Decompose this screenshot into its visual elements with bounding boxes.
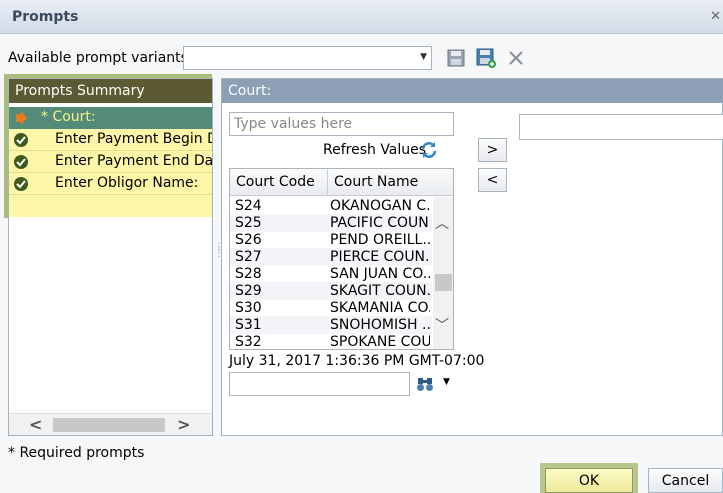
ok-button[interactable]: OK — [545, 468, 633, 493]
court-header: Court: — [222, 79, 723, 103]
court-prompt-panel: Court: Refresh Values > < Court Code Cou… — [221, 78, 723, 436]
type-values-input[interactable] — [229, 112, 454, 136]
summary-list: * Court: Enter Payment Begin Date Enter … — [9, 107, 213, 217]
summary-item-court[interactable]: * Court: — [9, 107, 212, 129]
scroll-right-icon[interactable]: > — [177, 415, 190, 434]
prompts-summary-panel: Prompts Summary * Court: Enter Payment B… — [8, 78, 213, 436]
summary-item-label: Enter Payment End Date: — [55, 153, 213, 169]
scroll-thumb[interactable] — [435, 274, 452, 291]
summary-item-label: Enter Payment Begin Date — [55, 131, 212, 147]
search-input[interactable] — [229, 372, 410, 396]
panel-splitter-handle[interactable]: ⋮⋮ — [214, 243, 224, 275]
scroll-left-icon[interactable]: < — [29, 415, 42, 434]
chevron-up-icon[interactable]: ︿ — [435, 213, 449, 233]
selected-values-box[interactable] — [519, 114, 723, 140]
table-vertical-scrollbar[interactable]: ︿ ﹀ — [433, 197, 453, 349]
table-row[interactable]: S30SKAMANIA CO... — [230, 299, 432, 317]
variants-select[interactable]: ▼ — [183, 46, 432, 70]
close-icon[interactable]: ✕ — [710, 9, 721, 24]
check-circle-icon — [13, 154, 29, 170]
court-values-table: Court Code Court Name S24 OKANOGAN C... S… — [229, 168, 454, 350]
table-row[interactable]: S31 SNOHOMISH ... — [230, 316, 432, 334]
column-header-court-name[interactable]: Court Name — [328, 169, 453, 196]
summary-horizontal-scrollbar[interactable]: < > — [9, 413, 212, 435]
table-row[interactable]: S28 SAN JUAN CO... — [230, 265, 432, 283]
save-icon[interactable] — [446, 48, 466, 68]
cancel-button[interactable]: Cancel — [648, 468, 723, 493]
chevron-down-icon[interactable]: ﹀ — [435, 315, 449, 335]
refresh-icon[interactable] — [419, 140, 439, 160]
check-circle-icon — [13, 132, 29, 148]
dialog-title: Prompts — [12, 9, 79, 25]
dropdown-arrow-icon: ▼ — [420, 52, 427, 62]
scroll-thumb[interactable] — [53, 418, 165, 432]
move-left-button[interactable]: < — [478, 168, 507, 192]
summary-item-label: Enter Obligor Name: — [55, 175, 199, 191]
summary-item-begin-date[interactable]: Enter Payment Begin Date — [9, 129, 212, 151]
save-as-icon[interactable] — [476, 48, 496, 68]
summary-item-end-date[interactable]: Enter Payment End Date: — [9, 151, 213, 173]
dialog-titlebar: Prompts ✕ — [0, 0, 723, 34]
variants-label: Available prompt variants — [8, 50, 188, 66]
table-row[interactable]: S24 OKANOGAN C... — [230, 197, 432, 215]
check-circle-icon — [13, 176, 29, 192]
column-header-court-code[interactable]: Court Code — [230, 169, 328, 196]
table-row[interactable]: S29 SKAGIT COUN... — [230, 282, 432, 300]
table-row[interactable]: S26 PEND OREILL... — [230, 231, 432, 249]
table-row[interactable]: S27 PIERCE COUN... — [230, 248, 432, 266]
binoculars-search-icon[interactable] — [416, 375, 434, 393]
table-row[interactable]: S25PACIFIC COUN... — [230, 214, 432, 232]
summary-item-label: * Court: — [41, 109, 96, 125]
required-prompts-note: * Required prompts — [8, 445, 145, 461]
delete-icon[interactable] — [506, 48, 526, 68]
summary-header: Prompts Summary — [9, 79, 212, 103]
search-options-dropdown-icon[interactable]: ▼ — [443, 377, 450, 387]
table-row[interactable]: S32SPOKANE COU... — [230, 333, 432, 349]
refresh-timestamp: July 31, 2017 1:36:36 PM GMT-07:00 — [229, 353, 485, 369]
refresh-values-link[interactable]: Refresh Values — [323, 142, 426, 158]
move-right-button[interactable]: > — [478, 138, 507, 162]
summary-item-obligor-name[interactable]: Enter Obligor Name: — [9, 173, 212, 195]
current-arrow-icon — [13, 110, 29, 126]
